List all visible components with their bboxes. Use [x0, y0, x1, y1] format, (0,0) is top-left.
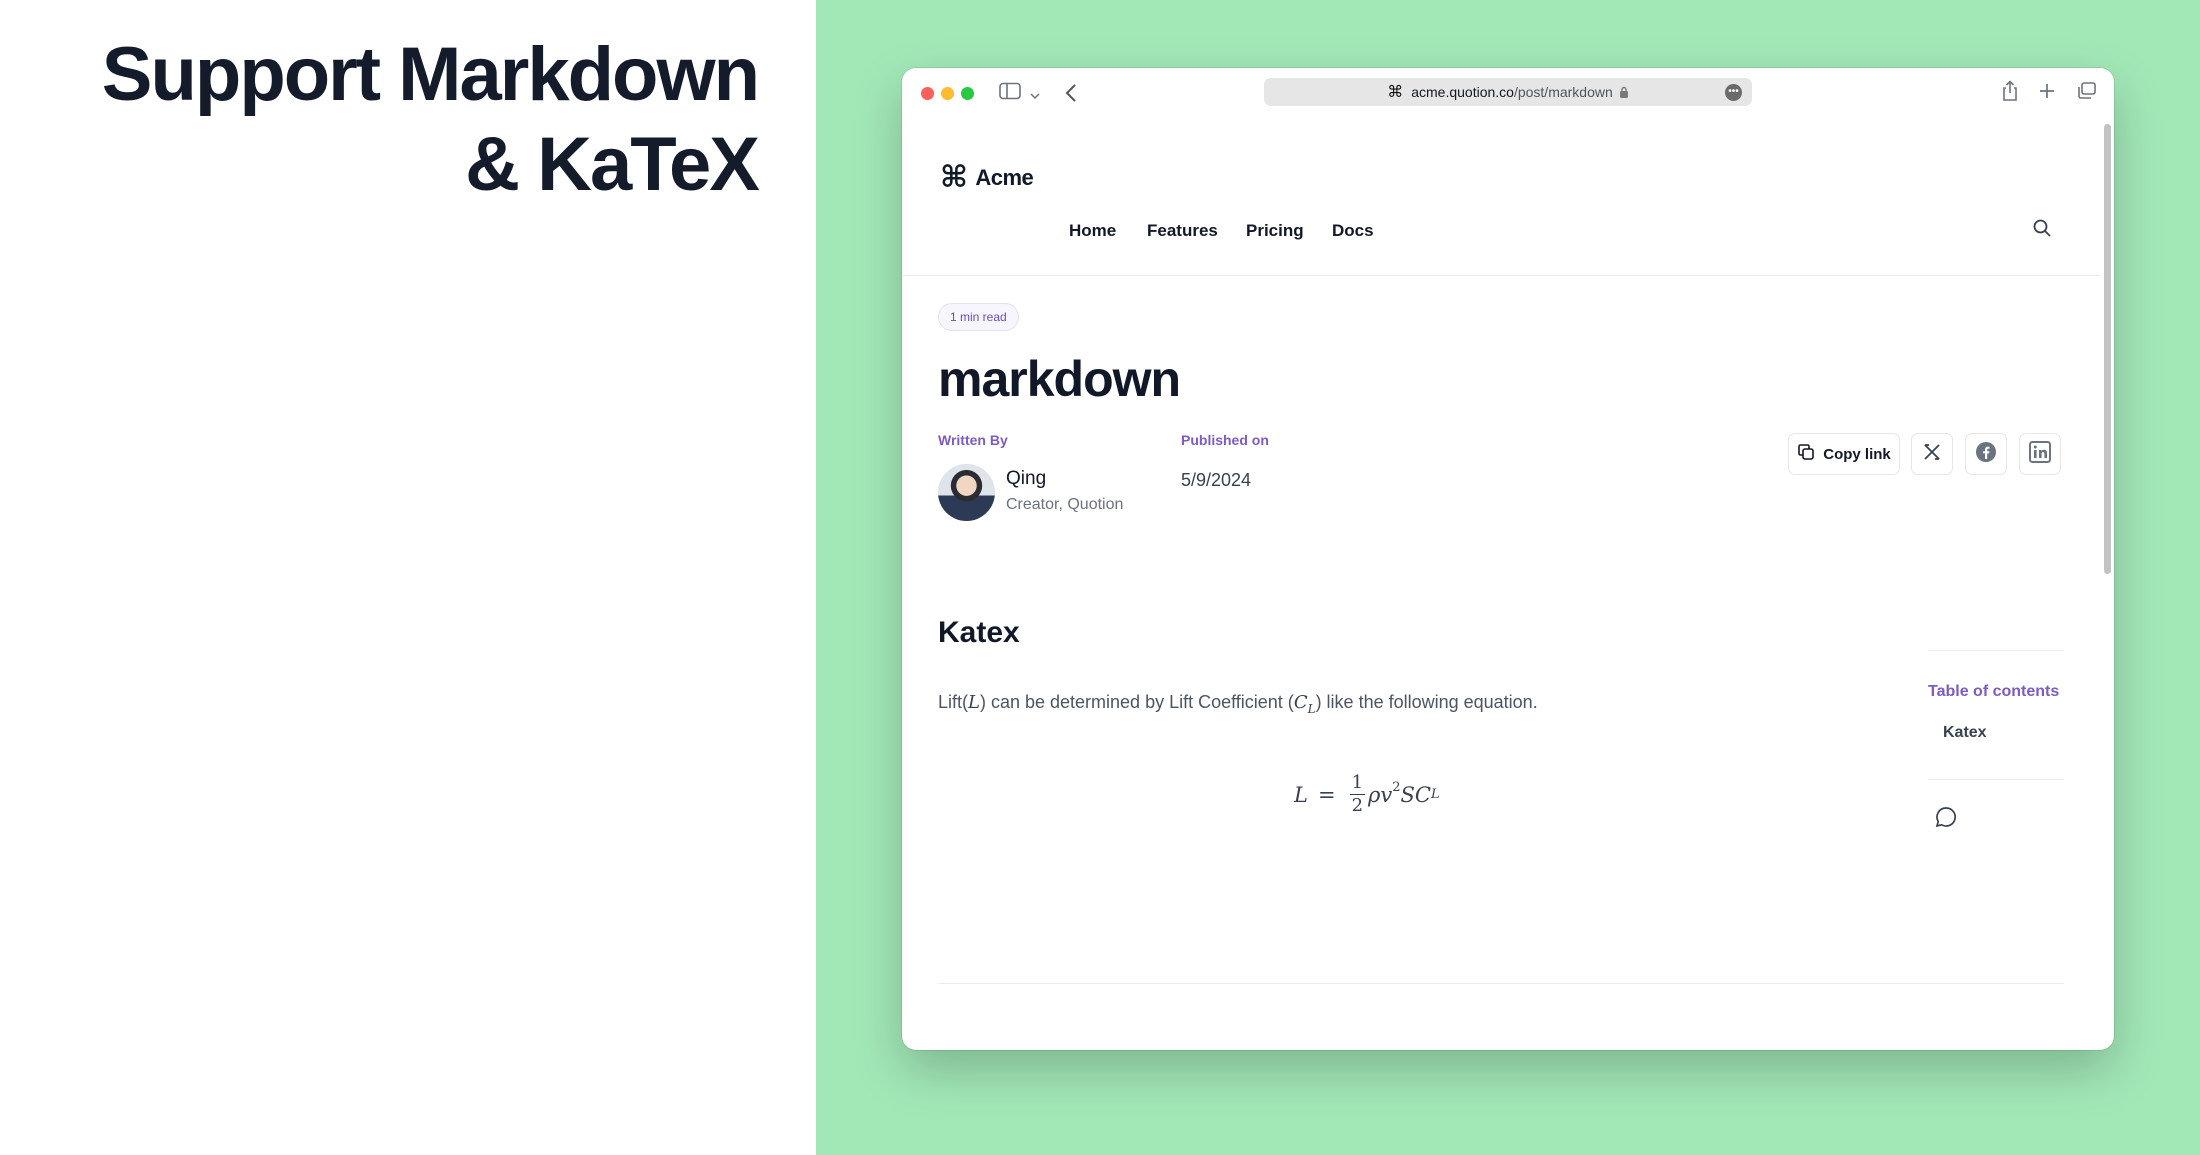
url-domain: acme.quotion.co [1411, 84, 1514, 100]
published-on-label: Published on [1181, 432, 1269, 448]
share-linkedin-button[interactable] [2019, 433, 2061, 475]
more-icon[interactable]: ••• [1725, 84, 1742, 101]
minimize-window-button[interactable] [941, 87, 954, 100]
section-heading-katex: Katex [938, 616, 1020, 649]
nav-features[interactable]: Features [1147, 221, 1218, 241]
linkedin-icon [2029, 440, 2051, 468]
tabs-icon[interactable] [2076, 82, 2096, 105]
para-prefix: Lift( [938, 692, 969, 712]
author-name[interactable]: Qing [1006, 468, 1046, 490]
share-facebook-button[interactable] [1965, 433, 2007, 475]
site-favicon-icon: ⌘ [1387, 84, 1404, 101]
slide-left-panel: Support Markdown & KaTeX [0, 0, 816, 1155]
command-logo-icon: ⌘ [940, 161, 968, 194]
x-icon [1922, 442, 1942, 467]
para-sub-l: L [1307, 701, 1316, 716]
share-x-button[interactable] [1911, 433, 1953, 475]
slide-headline: Support Markdown & KaTeX [101, 30, 760, 210]
copy-link-label: Copy link [1823, 445, 1891, 463]
facebook-icon [1975, 441, 1997, 468]
comment-icon[interactable] [1934, 805, 1958, 834]
author-role: Creator, Quotion [1006, 496, 1124, 513]
address-bar[interactable]: ⌘ acme.quotion.co /post/markdown ••• [1264, 78, 1752, 106]
para-middle: ) can be determined by Lift Coefficient … [979, 692, 1294, 712]
back-icon[interactable] [1065, 83, 1077, 108]
equation-numerator: 1 [1349, 772, 1366, 795]
katex-paragraph: Lift(L) can be determined by Lift Coeffi… [938, 686, 1538, 725]
nav-pricing[interactable]: Pricing [1246, 221, 1304, 241]
toc-title: Table of contents [1928, 683, 2060, 700]
copy-link-button[interactable]: Copy link [1788, 433, 1900, 475]
para-var-l: L [968, 692, 980, 713]
lift-equation: L = 1 2 ρv 2 SC L [1294, 772, 1440, 817]
avatar[interactable] [938, 464, 995, 521]
browser-window: ⌘ acme.quotion.co /post/markdown ••• ⌘ A… [902, 68, 2114, 1050]
post-title: markdown [938, 351, 1181, 407]
share-icon[interactable] [2001, 80, 2019, 107]
read-time-badge: 1 min read [938, 303, 1019, 331]
close-window-button[interactable] [921, 87, 934, 100]
written-by-label: Written By [938, 432, 1008, 448]
headline-line-1: Support Markdown [101, 32, 760, 117]
site-header [902, 120, 2100, 276]
published-date: 5/9/2024 [1181, 470, 1252, 490]
equation-power: 2 [1392, 780, 1401, 795]
equation-rho-v: ρv [1368, 782, 1393, 807]
para-suffix: ) like the following equation. [1315, 692, 1538, 712]
content-divider [938, 983, 2064, 984]
toc-divider-bottom [1928, 779, 2064, 780]
site-logo-text: Acme [975, 165, 1034, 190]
nav-docs[interactable]: Docs [1332, 221, 1374, 241]
url-path: /post/markdown [1513, 84, 1613, 100]
nav-home[interactable]: Home [1069, 221, 1116, 241]
equation-sub-l: L [1430, 787, 1440, 802]
lock-icon [1619, 86, 1629, 98]
chevron-down-icon[interactable] [1030, 87, 1040, 105]
equation-fraction: 1 2 [1349, 772, 1366, 817]
search-icon[interactable] [2032, 218, 2052, 243]
equation-sc: SC [1400, 782, 1431, 807]
plus-icon[interactable] [2039, 83, 2055, 104]
equation-denominator: 2 [1351, 795, 1364, 816]
headline-line-2: & KaTeX [465, 122, 760, 207]
site-logo[interactable]: ⌘ Acme [940, 161, 1034, 194]
equation-equals: = [1317, 782, 1336, 807]
toc-item-katex[interactable]: Katex [1943, 724, 1987, 742]
browser-titlebar: ⌘ acme.quotion.co /post/markdown ••• [902, 68, 2114, 120]
toc-divider-top [1928, 650, 2064, 651]
sidebar-icon[interactable] [999, 82, 1021, 105]
zoom-window-button[interactable] [961, 87, 974, 100]
page-scrollbar[interactable] [2104, 124, 2111, 574]
equation-lhs: L [1294, 782, 1308, 807]
para-var-c: C [1293, 692, 1308, 713]
copy-icon [1797, 443, 1815, 465]
